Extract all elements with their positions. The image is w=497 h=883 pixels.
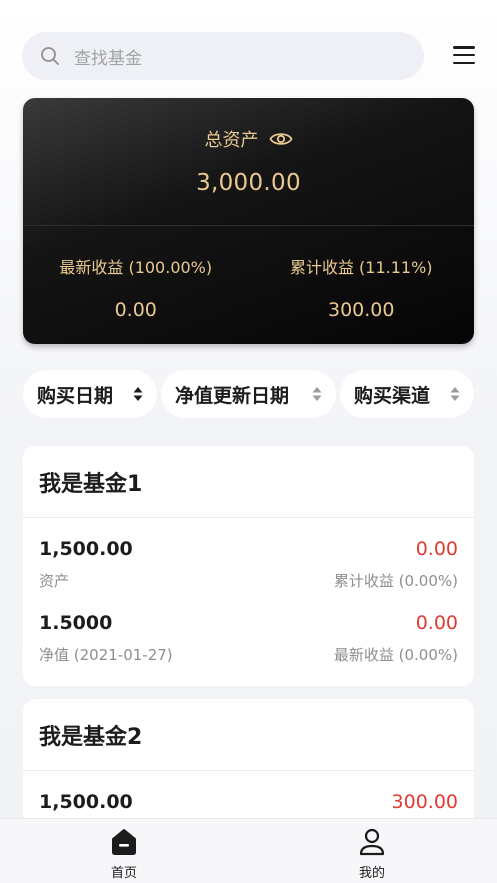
total-asset-value: 3,000.00 bbox=[196, 170, 301, 196]
eye-icon[interactable] bbox=[269, 130, 293, 148]
fund-asset-row: 1,500.00 0.00 资产 累计收益 (0.00%) bbox=[23, 518, 474, 592]
cumulative-earnings-value: 300.00 bbox=[328, 299, 395, 321]
filter-purchase-channel[interactable]: 购买渠道 bbox=[340, 370, 474, 418]
sort-icon bbox=[450, 385, 460, 403]
fund-nav-label: 净值 (2021-01-27) bbox=[39, 646, 173, 664]
cumulative-earnings-label: 累计收益 (11.11%) bbox=[289, 258, 433, 277]
filter-bar: 购买日期 净值更新日期 购买渠道 bbox=[23, 370, 474, 418]
filter-nav-update-date[interactable]: 净值更新日期 bbox=[161, 370, 336, 418]
total-asset-label: 总资产 bbox=[204, 130, 259, 151]
sort-icon bbox=[312, 385, 322, 403]
filter-label: 购买日期 bbox=[37, 384, 114, 407]
total-asset-card: 总资产 3,000.00 最新收益 (100.00%) 0.00 累计收益 (1… bbox=[23, 98, 474, 344]
tab-bar: 首页 我的 bbox=[0, 818, 497, 883]
tab-mine-label: 我的 bbox=[358, 866, 385, 881]
cumulative-earnings: 累计收益 (11.11%) 300.00 bbox=[249, 226, 475, 344]
fund-cumulative-label: 累计收益 (0.00%) bbox=[333, 572, 458, 590]
fund-nav-row: 1.5000 0.00 净值 (2021-01-27) 最新收益 (0.00%) bbox=[23, 592, 474, 666]
fund-name: 我是基金1 bbox=[23, 446, 474, 518]
search-placeholder: 查找基金 bbox=[74, 48, 142, 69]
tab-home-label: 首页 bbox=[110, 866, 137, 881]
home-icon bbox=[110, 827, 138, 857]
fund-cumulative-value: 300.00 bbox=[391, 791, 458, 813]
total-asset-section: 总资产 3,000.00 bbox=[23, 98, 474, 226]
fund-nav-value: 1.5000 bbox=[39, 612, 113, 634]
search-icon bbox=[40, 46, 60, 66]
fund-latest-label: 最新收益 (0.00%) bbox=[333, 646, 458, 664]
tab-home[interactable]: 首页 bbox=[84, 827, 164, 881]
filter-label: 净值更新日期 bbox=[175, 384, 290, 407]
filter-label: 购买渠道 bbox=[354, 384, 431, 407]
fund-name: 我是基金2 bbox=[23, 699, 474, 771]
latest-earnings-label: 最新收益 (100.00%) bbox=[59, 258, 213, 277]
profile-icon bbox=[358, 827, 386, 857]
menu-icon[interactable] bbox=[452, 44, 476, 66]
sort-icon bbox=[133, 385, 143, 403]
latest-earnings: 最新收益 (100.00%) 0.00 bbox=[23, 226, 249, 344]
latest-earnings-value: 0.00 bbox=[114, 299, 157, 321]
fund-card[interactable]: 我是基金1 1,500.00 0.00 资产 累计收益 (0.00%) 1.50… bbox=[23, 446, 474, 686]
fund-cumulative-value: 0.00 bbox=[415, 538, 458, 560]
filter-purchase-date[interactable]: 购买日期 bbox=[23, 370, 157, 418]
fund-asset-label: 资产 bbox=[39, 572, 70, 590]
fund-latest-value: 0.00 bbox=[415, 612, 458, 634]
tab-mine[interactable]: 我的 bbox=[332, 827, 412, 881]
fund-asset-value: 1,500.00 bbox=[39, 791, 133, 813]
fund-asset-value: 1,500.00 bbox=[39, 538, 133, 560]
search-bar[interactable]: 查找基金 bbox=[22, 32, 424, 80]
